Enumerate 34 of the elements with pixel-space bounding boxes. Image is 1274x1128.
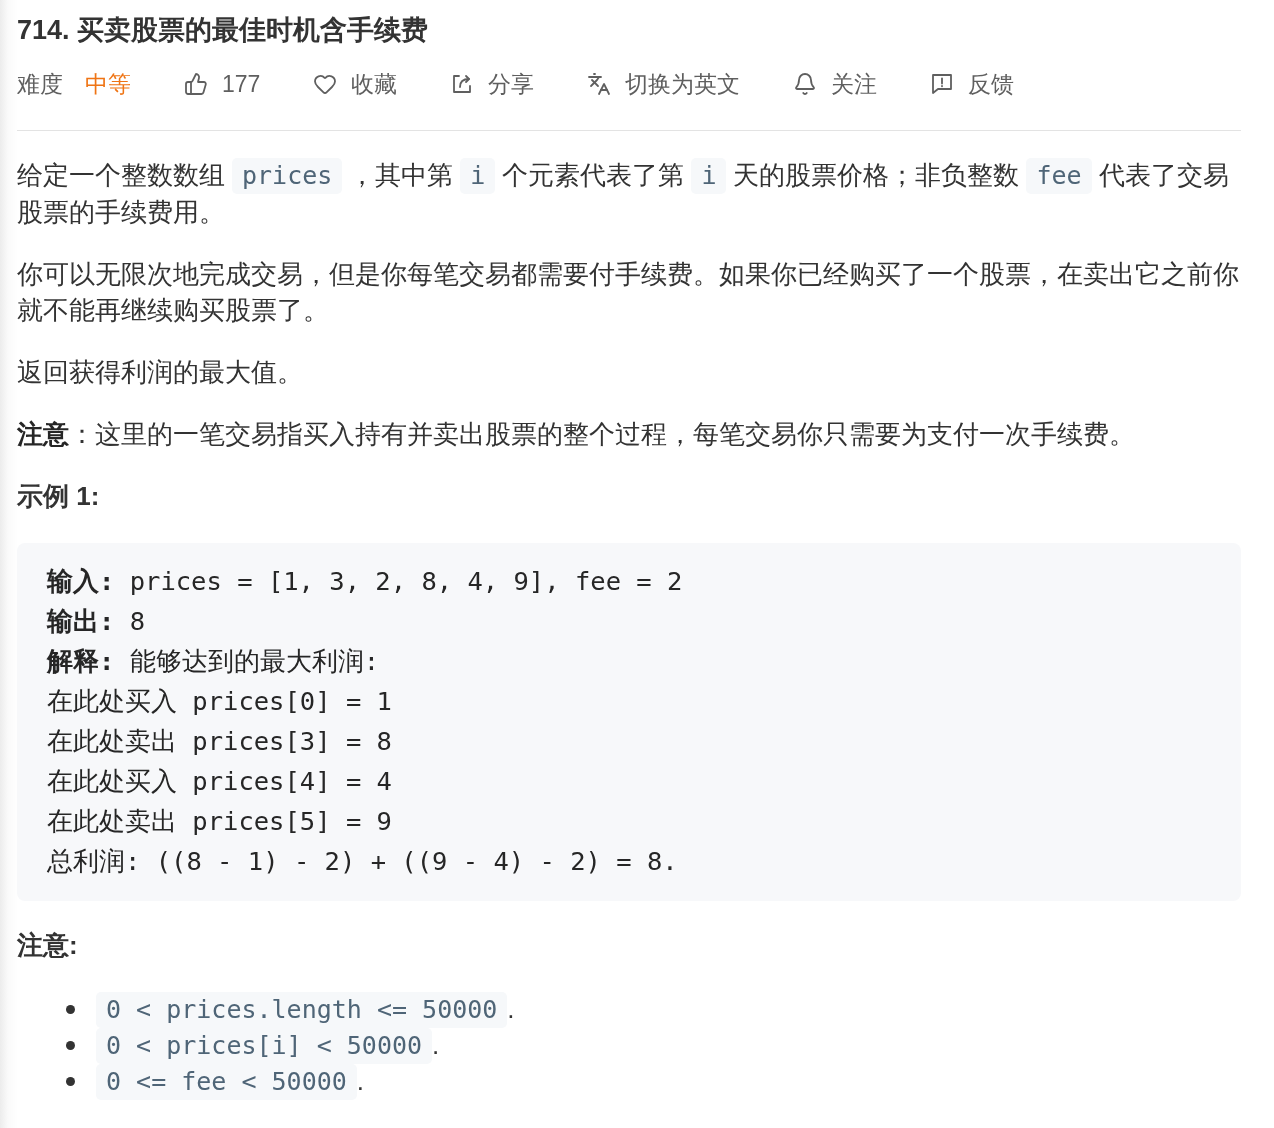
notes-heading: 注意:: [17, 929, 79, 962]
example-line: 输入: prices = [1, 3, 2, 8, 4, 9], fee = 2: [47, 565, 684, 598]
feedback-button[interactable]: 反馈: [930, 66, 1015, 102]
like-button[interactable]: 177: [184, 66, 261, 102]
example-heading: 示例 1:: [17, 480, 101, 513]
bullet-icon: [66, 1040, 75, 1050]
translate-icon: [587, 72, 612, 96]
difficulty-label: 难度: [17, 69, 63, 99]
description-paragraph: 返回获得利润的最大值。: [17, 356, 304, 389]
thumbs-up-icon: [184, 72, 208, 96]
description-paragraph: 给定一个整数数组 prices ，其中第 i 个元素代表了第 i 天的股票价格；非负整数 fee 代表了交易股票的手续费用。: [17, 157, 1230, 229]
example-line: 在此处卖出 prices[3] = 8: [47, 725, 393, 758]
constraint-text: 0 < prices[i] < 50000 .: [96, 1026, 440, 1064]
example-line: 解释: 能够达到的最大利润:: [47, 645, 381, 678]
bullet-icon: [66, 1076, 75, 1086]
translate-button[interactable]: 切换为英文: [587, 66, 741, 102]
problem-title: 714. 买卖股票的最佳时机含手续费: [17, 14, 430, 47]
description-paragraph: 你可以无限次地完成交易，但是你每笔交易都需要付手续费。如果你已经购买了一个股票，在卖出它之前你就不能再继续购买股票了。: [17, 258, 1240, 327]
constraint-text: 0 <= fee < 50000 .: [96, 1062, 365, 1100]
follow-button[interactable]: 关注: [793, 66, 878, 102]
example-line: 在此处买入 prices[0] = 1: [47, 685, 393, 718]
bell-icon: [793, 72, 818, 96]
speech-bubble-icon: [930, 72, 955, 96]
example-line: 在此处卖出 prices[5] = 9: [47, 805, 393, 838]
bullet-icon: [66, 1004, 75, 1014]
constraint-text: 0 < prices.length <= 50000 .: [96, 990, 515, 1028]
description-paragraph: 注意：这里的一笔交易指买入持有并卖出股票的整个过程，每笔交易你只需要为支付一次手续费。: [17, 418, 1136, 451]
example-line: 输出: 8: [47, 605, 147, 638]
example-line: 总利润: ((8 - 1) - 2) + ((9 - 4) - 2) = 8.: [47, 845, 679, 878]
share-button[interactable]: 分享: [450, 66, 535, 102]
heart-icon: [313, 72, 338, 96]
example-line: 在此处买入 prices[4] = 4: [47, 765, 393, 798]
favorite-button[interactable]: 收藏: [313, 66, 398, 102]
difficulty-value: 中等: [85, 69, 131, 99]
